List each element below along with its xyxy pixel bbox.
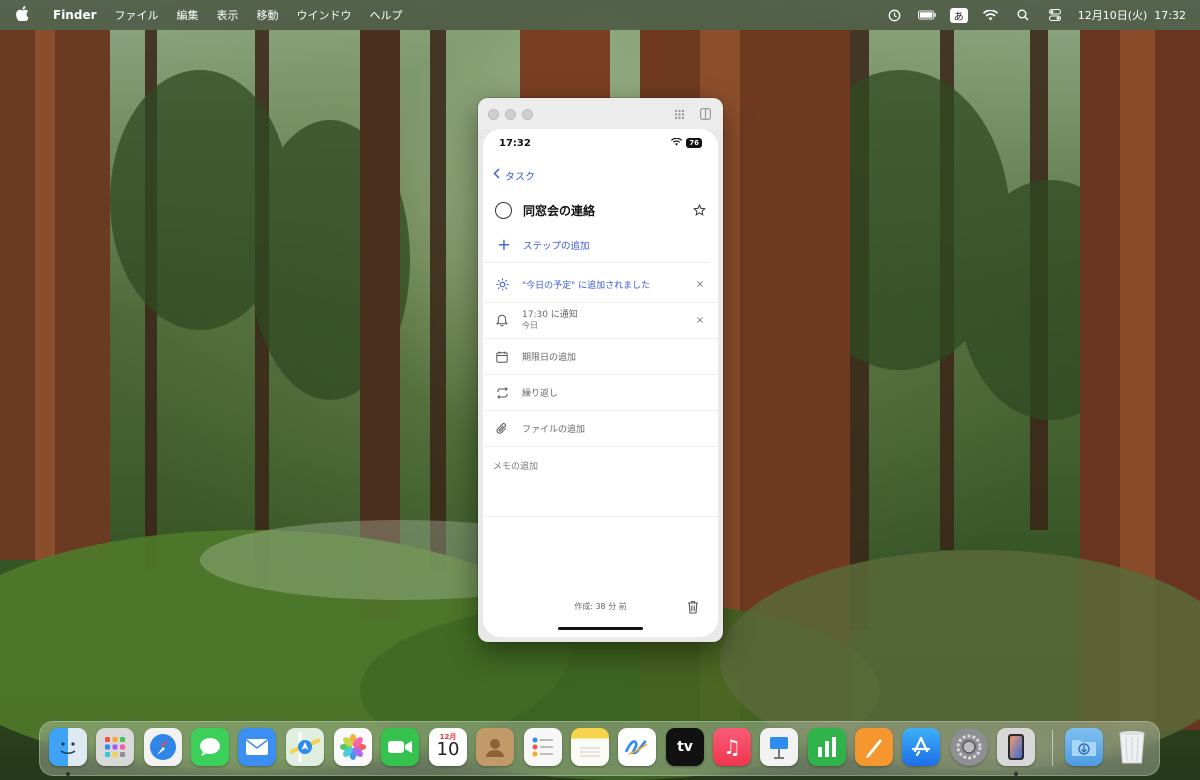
control-center-icon[interactable]: [1046, 8, 1064, 22]
memo-field[interactable]: メモの追加: [483, 447, 718, 517]
window-titlebar[interactable]: [478, 98, 723, 129]
system-settings-dock-icon[interactable]: [950, 728, 988, 766]
launchpad-dock-icon[interactable]: [96, 728, 134, 766]
numbers-dock-icon[interactable]: [808, 728, 846, 766]
iphone-wifi-icon: [671, 137, 683, 149]
iphone-clock: 17:32: [499, 137, 531, 149]
sun-icon: [495, 278, 509, 292]
notes-dock-icon[interactable]: [571, 728, 609, 766]
home-indicator[interactable]: [558, 627, 643, 630]
star-icon[interactable]: [692, 203, 706, 217]
apple-menu-icon[interactable]: [0, 5, 44, 25]
remove-reminder-close-icon[interactable]: ×: [694, 315, 706, 326]
finder-dock-icon[interactable]: [49, 728, 87, 766]
back-to-tasks-button[interactable]: タスク: [483, 157, 718, 193]
remove-my-day-close-icon[interactable]: ×: [694, 279, 706, 290]
repeat-icon: [495, 386, 509, 400]
trash-dock-icon[interactable]: [1113, 728, 1151, 766]
apple-tv-label: tv: [677, 739, 693, 755]
calendar-dock-icon[interactable]: 12月 10: [429, 728, 467, 766]
reminder-label: 17:30 に通知: [522, 309, 578, 320]
app-store-dock-icon[interactable]: [902, 728, 940, 766]
menu-bar: Finder ファイル 編集 表示 移動 ウインドウ ヘルプ あ 12月10日(…: [0, 0, 1200, 30]
created-info: 作成: 38 分 前: [574, 601, 627, 611]
calendar-icon: [495, 350, 509, 364]
delete-trash-icon[interactable]: [686, 599, 700, 615]
due-date-label: 期限日の追加: [522, 353, 577, 363]
maps-dock-icon[interactable]: [286, 728, 324, 766]
reminder-row[interactable]: 17:30 に通知 今日 ×: [483, 303, 718, 339]
zoom-window-button[interactable]: [522, 109, 533, 120]
add-step-label: ステップの追加: [523, 240, 590, 252]
keynote-dock-icon[interactable]: [760, 728, 798, 766]
task-title-row: 同窓会の連絡: [483, 193, 718, 227]
task-title[interactable]: 同窓会の連絡: [523, 202, 595, 219]
plus-icon: +: [497, 234, 511, 254]
music-dock-icon[interactable]: ♫: [713, 728, 751, 766]
iphone-screen: 17:32 76 タスク 同窓会の連絡 + ステップの追加 "今日の予定" に追…: [483, 129, 718, 637]
menu-app-name[interactable]: Finder: [44, 8, 106, 22]
iphone-mirroring-dock-icon[interactable]: [997, 728, 1035, 766]
photos-dock-icon[interactable]: [334, 728, 372, 766]
reminders-dock-icon[interactable]: [524, 728, 562, 766]
menu-bar-clock[interactable]: 12月10日(火) 17:32: [1078, 7, 1186, 23]
safari-dock-icon[interactable]: [144, 728, 182, 766]
finder-running-indicator: [66, 772, 70, 776]
music-note-glyph: ♫: [723, 735, 741, 759]
menu-file[interactable]: ファイル: [106, 7, 168, 23]
downloads-folder-dock-icon[interactable]: [1065, 728, 1103, 766]
due-date-row[interactable]: 期限日の追加: [483, 339, 718, 375]
spotlight-search-icon[interactable]: [1014, 8, 1032, 22]
my-day-row[interactable]: "今日の予定" に追加されました ×: [483, 267, 718, 303]
calendar-dock-day: 10: [436, 738, 460, 760]
iphone-mirroring-running-indicator: [1014, 772, 1018, 776]
time-machine-icon[interactable]: [886, 8, 904, 22]
dock-separator: [1052, 730, 1053, 766]
pages-dock-icon[interactable]: [855, 728, 893, 766]
menu-window[interactable]: ウインドウ: [288, 7, 361, 23]
add-step-button[interactable]: + ステップの追加: [483, 227, 710, 263]
freeform-dock-icon[interactable]: [618, 728, 656, 766]
back-label: タスク: [505, 171, 535, 183]
attach-file-row[interactable]: ファイルの追加: [483, 411, 718, 447]
facetime-dock-icon[interactable]: [381, 728, 419, 766]
iphone-status-bar: 17:32 76: [483, 129, 718, 157]
iphone-mirroring-window: 17:32 76 タスク 同窓会の連絡 + ステップの追加 "今日の予定" に追…: [478, 98, 723, 642]
bell-icon: [495, 314, 509, 328]
mail-dock-icon[interactable]: [238, 728, 276, 766]
minimize-window-button[interactable]: [505, 109, 516, 120]
menu-help[interactable]: ヘルプ: [361, 7, 412, 23]
home-screen-grid-icon[interactable]: [672, 107, 686, 121]
app-switcher-icon[interactable]: [698, 107, 712, 121]
repeat-row[interactable]: 繰り返し: [483, 375, 718, 411]
paperclip-icon: [495, 422, 509, 436]
reminder-sub-label: 今日: [522, 321, 538, 331]
input-method-icon[interactable]: あ: [949, 7, 968, 23]
close-window-button[interactable]: [488, 109, 499, 120]
dock: 12月 10 tv ♫: [39, 721, 1160, 776]
my-day-label: "今日の予定" に追加されました: [522, 281, 651, 291]
battery-icon[interactable]: [917, 8, 936, 22]
iphone-battery-icon: 76: [686, 138, 702, 148]
menu-edit[interactable]: 編集: [168, 7, 208, 23]
messages-dock-icon[interactable]: [191, 728, 229, 766]
attach-file-label: ファイルの追加: [522, 425, 586, 435]
repeat-label: 繰り返し: [522, 389, 559, 399]
contacts-dock-icon[interactable]: [476, 728, 514, 766]
wifi-icon[interactable]: [982, 8, 1000, 22]
chevron-left-icon: [493, 168, 500, 182]
complete-task-checkbox[interactable]: [495, 201, 512, 219]
menu-view[interactable]: 表示: [208, 7, 248, 23]
apple-tv-dock-icon[interactable]: tv: [666, 728, 704, 766]
menu-go[interactable]: 移動: [248, 7, 288, 23]
